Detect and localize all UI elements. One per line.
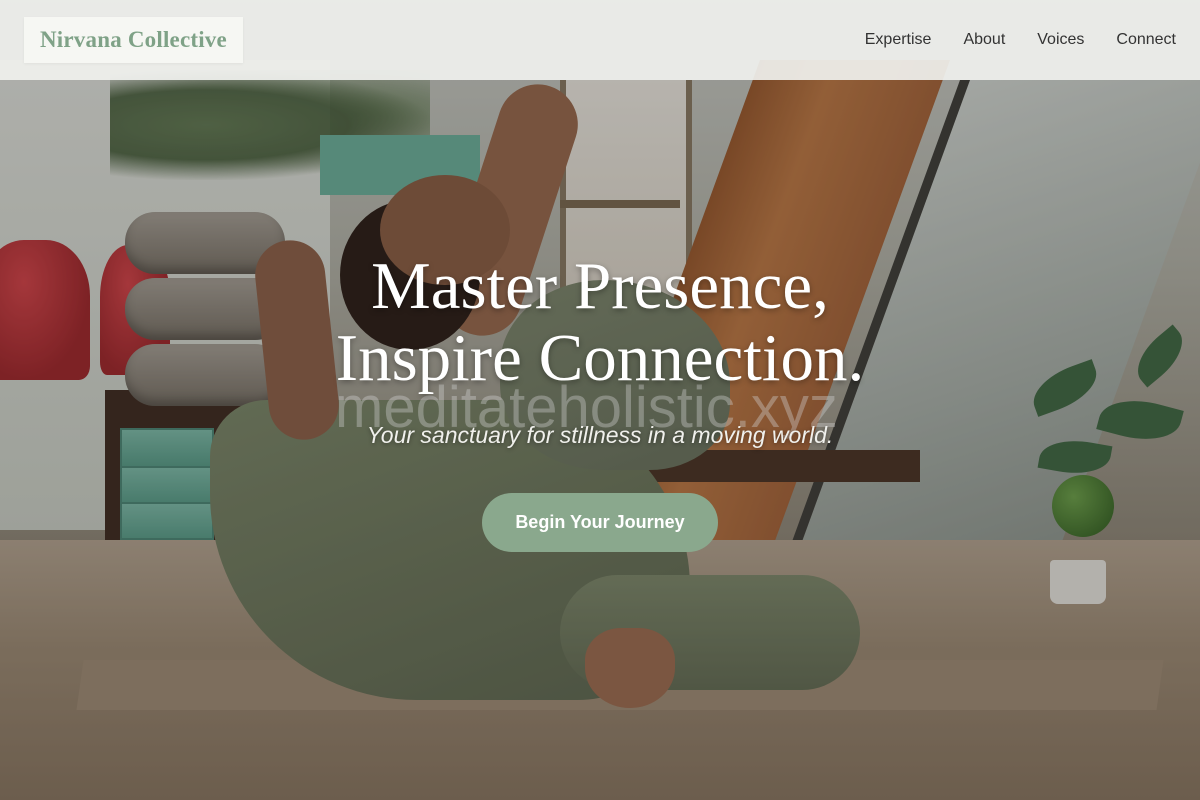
hero-headline: Master Presence, Inspire Connection. — [0, 250, 1200, 394]
brand-logo[interactable]: Nirvana Collective — [24, 17, 243, 63]
hero-section: Master Presence, Inspire Connection. You… — [0, 250, 1200, 552]
nav-voices[interactable]: Voices — [1037, 31, 1084, 49]
nav-about[interactable]: About — [963, 31, 1005, 49]
nav-expertise[interactable]: Expertise — [865, 31, 932, 49]
nav-connect[interactable]: Connect — [1116, 31, 1176, 49]
site-header: Nirvana Collective Expertise About Voice… — [0, 0, 1200, 80]
hero-tagline: Your sanctuary for stillness in a moving… — [366, 422, 834, 448]
begin-journey-button[interactable]: Begin Your Journey — [482, 493, 718, 552]
hero-headline-line2: Inspire Connection. — [335, 321, 865, 395]
main-nav: Expertise About Voices Connect — [865, 31, 1176, 49]
landing-page: Nirvana Collective Expertise About Voice… — [0, 0, 1200, 800]
hero-headline-line1: Master Presence, — [371, 249, 829, 323]
